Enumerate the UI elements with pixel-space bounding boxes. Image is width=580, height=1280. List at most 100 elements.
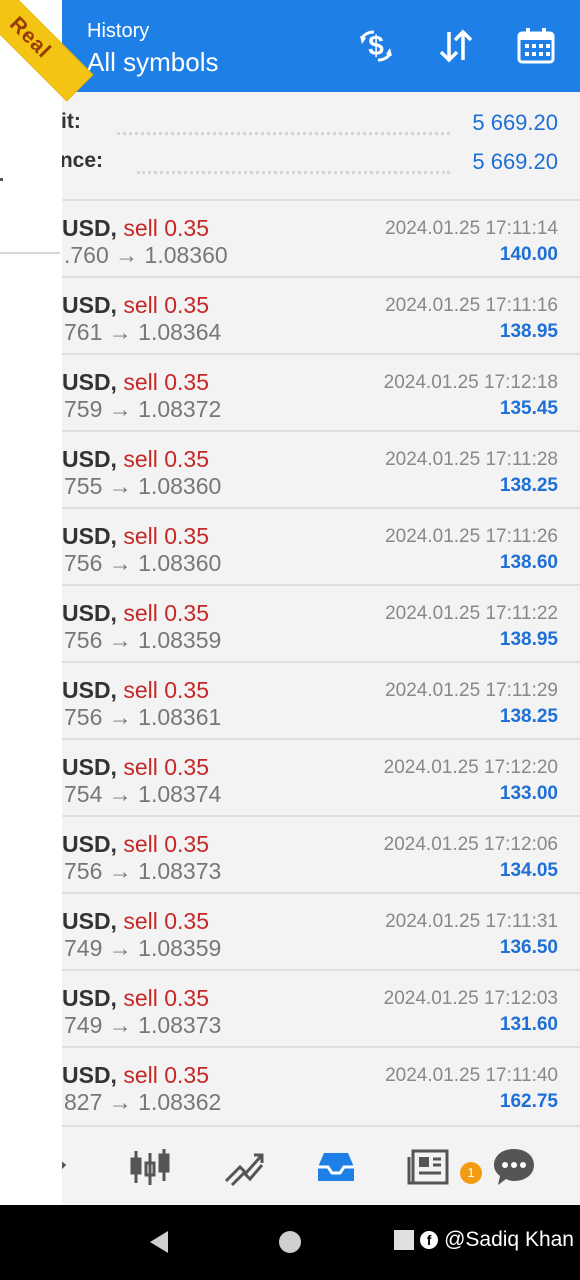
bottom-navigation [52, 1125, 580, 1205]
trade-time: 2024.01.25 17:11:31 [385, 911, 558, 932]
trade-row[interactable]: USD, sell 0.35 749 → 1.08373 2024.01.25 17… [62, 969, 580, 1046]
trade-side: sell 0.35 [123, 292, 210, 318]
drawer-divider [0, 252, 60, 254]
trade-symbol: USD, sell 0.35 [62, 754, 209, 781]
trade-prices: 756 → 1.08373 [64, 858, 222, 884]
trade-symbol: USD, sell 0.35 [62, 677, 209, 704]
trade-row[interactable]: USD, sell 0.35 756 → 1.08359 2024.01.25 17… [62, 584, 580, 661]
trade-row[interactable]: USD, sell 0.35 754 → 1.08374 2024.01.25 17… [62, 738, 580, 815]
trade-prices: 749 → 1.08359 [64, 935, 222, 961]
trade-time: 2024.01.25 17:11:40 [385, 1065, 558, 1086]
symbol-text: USD, [62, 985, 124, 1011]
balance-row: ınce: 5 669.20 [54, 149, 580, 189]
trade-symbol: USD, sell 0.35 [62, 985, 209, 1012]
trade-row[interactable]: USD, sell 0.35 755 → 1.08360 2024.01.25 17… [62, 430, 580, 507]
trade-symbol: USD, sell 0.35 [62, 215, 209, 242]
trade-side: sell 0.35 [123, 985, 210, 1011]
drawer-dot [0, 178, 3, 181]
trade-prices: 756 → 1.08359 [64, 627, 222, 653]
trade-row[interactable]: USD, sell 0.35 827 → 1.08362 2024.01.25 17… [62, 1046, 580, 1123]
watermark: f @Sadiq Khan [394, 1228, 574, 1252]
leader-dots [117, 132, 450, 135]
trade-row[interactable]: USD, sell 0.35.760 → 1.08360 2024.01.25 1… [62, 199, 580, 276]
trade-profit: 138.25 [499, 706, 558, 727]
watermark-text: @Sadiq Khan [444, 1228, 574, 1251]
trade-time: 2024.01.25 17:11:28 [385, 449, 558, 470]
trade-time: 2024.01.25 17:11:14 [385, 218, 558, 239]
header-subtitle: History [87, 20, 150, 42]
trade-row[interactable]: USD, sell 0.35 756 → 1.08373 2024.01.25 17… [62, 815, 580, 892]
deposit-dollar-icon[interactable]: $ [356, 26, 396, 66]
symbol-text: USD, [62, 446, 124, 472]
trade-symbol: USD, sell 0.35 [62, 446, 209, 473]
trade-row[interactable]: USD, sell 0.35 761 → 1.08364 2024.01.25 17… [62, 276, 580, 353]
symbol-text: USD, [62, 292, 124, 318]
trade-profit: 162.75 [499, 1091, 558, 1112]
trade-profit: 131.60 [499, 1014, 558, 1035]
sort-icon[interactable] [436, 26, 476, 66]
trade-profit: 135.45 [499, 398, 558, 419]
home-icon[interactable] [279, 1231, 301, 1253]
trade-side: sell 0.35 [123, 215, 210, 241]
trade-symbol: USD, sell 0.35 [62, 908, 209, 935]
trade-prices: 761 → 1.08364 [64, 319, 222, 345]
recents-icon[interactable] [394, 1230, 415, 1250]
trade-row[interactable]: USD, sell 0.35 749 → 1.08359 2024.01.25 17… [62, 892, 580, 969]
trade-profit: 138.95 [499, 629, 558, 650]
header-title[interactable]: All symbols [87, 47, 218, 78]
side-drawer [0, 0, 62, 1205]
history-inbox-icon[interactable] [314, 1145, 358, 1189]
trade-side: sell 0.35 [123, 831, 210, 857]
trade-profit: 138.60 [499, 552, 558, 573]
calendar-icon[interactable] [516, 26, 556, 66]
trade-time: 2024.01.25 17:12:03 [383, 988, 558, 1009]
trade-prices: .760 → 1.08360 [64, 242, 228, 268]
trade-side: sell 0.35 [123, 908, 210, 934]
trade-prices: 756 → 1.08360 [64, 550, 222, 576]
trade-row[interactable]: USD, sell 0.35 756 → 1.08361 2024.01.25 17… [62, 661, 580, 738]
chart-candles-icon[interactable] [128, 1145, 172, 1189]
svg-text:$: $ [368, 30, 384, 61]
trade-symbol: USD, sell 0.35 [62, 369, 209, 396]
trade-icon[interactable] [222, 1145, 266, 1189]
trade-side: sell 0.35 [123, 523, 210, 549]
facebook-logo-icon: f [420, 1231, 439, 1249]
history-screen: History All symbols $ fit: 5 669.20 ınce… [52, 0, 580, 1205]
trade-time: 2024.01.25 17:12:06 [383, 834, 558, 855]
trade-prices: 759 → 1.08372 [64, 396, 222, 422]
news-icon[interactable] [407, 1145, 451, 1189]
trade-prices: 749 → 1.08373 [64, 1012, 222, 1038]
trade-prices: 754 → 1.08374 [64, 781, 222, 807]
trade-side: sell 0.35 [123, 600, 210, 626]
trade-profit: 140.00 [499, 244, 558, 265]
trade-prices: 755 → 1.08360 [64, 473, 222, 499]
trade-symbol: USD, sell 0.35 [62, 831, 209, 858]
back-icon[interactable] [146, 1229, 172, 1255]
trade-time: 2024.01.25 17:12:20 [383, 757, 558, 778]
trade-prices: 827 → 1.08362 [64, 1089, 222, 1115]
symbol-text: USD, [62, 677, 124, 703]
app-header: History All symbols $ [62, 0, 580, 92]
balance-value: 5 669.20 [472, 149, 558, 174]
trade-time: 2024.01.25 17:11:22 [385, 603, 558, 624]
symbol-text: USD, [62, 754, 124, 780]
history-summary: fit: 5 669.20 ınce: 5 669.20 [54, 92, 580, 199]
trade-side: sell 0.35 [123, 754, 210, 780]
symbol-text: USD, [62, 215, 124, 241]
trade-side: sell 0.35 [123, 677, 210, 703]
trade-side: sell 0.35 [123, 446, 210, 472]
trade-profit: 138.95 [499, 321, 558, 342]
trade-row[interactable]: USD, sell 0.35 756 → 1.08360 2024.01.25 17… [62, 507, 580, 584]
trade-symbol: USD, sell 0.35 [62, 1062, 209, 1089]
trade-time: 2024.01.25 17:11:26 [385, 526, 558, 547]
trade-profit: 138.25 [499, 475, 558, 496]
trade-side: sell 0.35 [123, 369, 210, 395]
profit-value: 5 669.20 [472, 110, 558, 135]
symbol-text: USD, [62, 831, 124, 857]
chat-notification-badge: 1 [460, 1162, 482, 1184]
trade-symbol: USD, sell 0.35 [62, 292, 209, 319]
trade-symbol: USD, sell 0.35 [62, 600, 209, 627]
trade-row[interactable]: USD, sell 0.35 759 → 1.08372 2024.01.25 17… [62, 353, 580, 430]
trade-profit: 134.05 [499, 860, 558, 881]
chat-icon[interactable] [492, 1145, 536, 1189]
